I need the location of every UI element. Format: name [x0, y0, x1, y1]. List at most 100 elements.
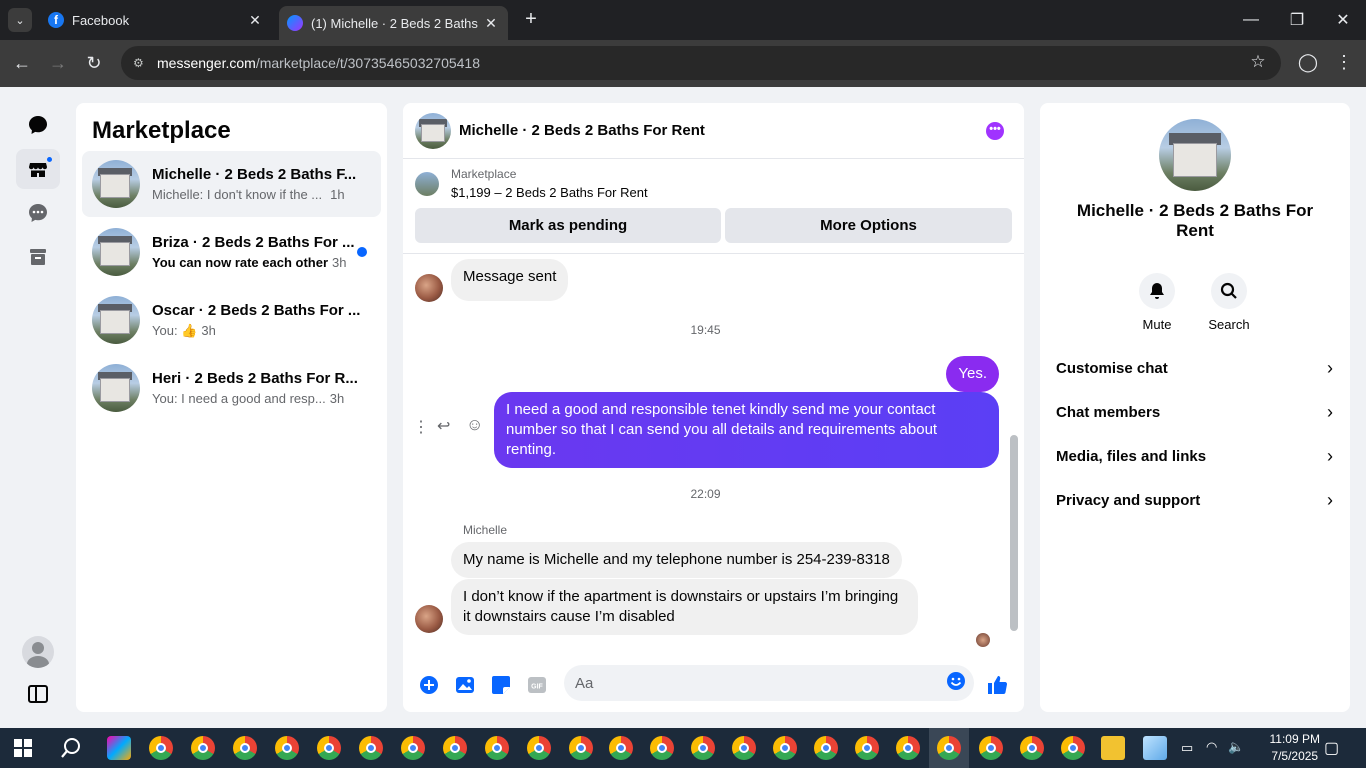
conversation-time: 3h [332, 255, 347, 270]
media-files-links-item[interactable]: Media, files and links › [1040, 434, 1350, 478]
chrome-icon[interactable] [401, 736, 425, 760]
chrome-icon[interactable] [1020, 736, 1044, 760]
chrome-icon[interactable] [359, 736, 383, 760]
new-tab-button[interactable]: + [520, 8, 542, 32]
battery-icon[interactable]: ▭ [1181, 740, 1193, 756]
back-button[interactable]: ← [10, 52, 34, 76]
more-options-icon[interactable]: ••• [986, 122, 1004, 140]
archive-icon[interactable] [16, 237, 60, 277]
chrome-icon[interactable] [814, 736, 838, 760]
minimize-button[interactable]: — [1228, 0, 1274, 40]
mark-pending-button[interactable]: Mark as pending [415, 208, 721, 243]
chat-members-item[interactable]: Chat members › [1040, 390, 1350, 434]
notepad-icon[interactable] [1143, 736, 1167, 760]
user-avatar[interactable] [16, 632, 60, 672]
chrome-icon[interactable] [855, 736, 879, 760]
listing-price[interactable]: $1,199 – 2 Beds 2 Baths For Rent [451, 185, 648, 200]
url-text: messenger.com/marketplace/t/307354650327… [157, 55, 481, 71]
file-explorer-icon[interactable] [1101, 736, 1125, 760]
listing-avatar [92, 228, 140, 276]
notification-icon[interactable]: ▢ [1324, 738, 1339, 758]
close-icon[interactable]: ✕ [482, 15, 500, 32]
chrome-icon[interactable] [527, 736, 551, 760]
copilot-icon[interactable] [107, 736, 131, 760]
chrome-icon[interactable] [691, 736, 715, 760]
chrome-icon[interactable] [317, 736, 341, 760]
conversation-item[interactable]: Oscar · 2 Beds 2 Baths For ... You: 👍 3h [82, 287, 381, 353]
search-button[interactable]: Search [1199, 273, 1259, 332]
sticker-icon[interactable] [483, 667, 519, 703]
privacy-support-item[interactable]: Privacy and support › [1040, 478, 1350, 522]
gif-icon[interactable]: GIF [519, 667, 555, 703]
emoji-icon[interactable] [946, 671, 966, 696]
chrome-icon[interactable] [569, 736, 593, 760]
scrollbar-thumb[interactable] [1010, 435, 1018, 631]
volume-icon[interactable]: 🔈 [1228, 739, 1244, 755]
chat-title[interactable]: Michelle · 2 Beds 2 Baths For Rent [459, 122, 705, 139]
listing-source: Marketplace [451, 167, 517, 181]
chat-avatar[interactable] [415, 112, 451, 149]
chrome-icon[interactable] [979, 736, 1003, 760]
chrome-icon[interactable] [443, 736, 467, 760]
wifi-icon[interactable]: ◠ [1206, 739, 1217, 755]
chats-icon[interactable] [16, 105, 60, 145]
chevron-right-icon: › [1327, 357, 1333, 378]
chrome-icon-active[interactable] [937, 736, 961, 760]
clock[interactable]: 11:09 PM 7/5/2025 [1270, 731, 1320, 765]
url-field[interactable]: ⚙ messenger.com/marketplace/t/3073546503… [121, 46, 1281, 80]
listing-thumbnail[interactable] [415, 172, 439, 196]
reload-button[interactable]: ↻ [82, 52, 106, 76]
restore-button[interactable]: ❐ [1274, 0, 1320, 40]
listing-avatar [92, 364, 140, 412]
bookmark-star-icon[interactable]: ☆ [1246, 51, 1270, 75]
chrome-icon[interactable] [773, 736, 797, 760]
more-options-button[interactable]: More Options [725, 208, 1012, 243]
message-more-icon[interactable]: ⋮ [413, 417, 429, 437]
profile-icon[interactable]: ◯ [1296, 51, 1320, 75]
conversation-item[interactable]: Briza · 2 Beds 2 Baths For ... You can n… [82, 219, 381, 285]
timestamp: 19:45 [690, 323, 721, 337]
browser-menu-icon[interactable]: ⋮ [1332, 51, 1356, 75]
chrome-icon[interactable] [275, 736, 299, 760]
image-icon[interactable] [447, 667, 483, 703]
page-title: Marketplace [92, 117, 231, 144]
chrome-icon[interactable] [732, 736, 756, 760]
tab-facebook[interactable]: f Facebook ✕ [40, 0, 272, 40]
notification-dot [45, 155, 54, 164]
unread-dot [357, 247, 367, 257]
requests-icon[interactable] [16, 193, 60, 233]
like-icon[interactable] [979, 667, 1015, 703]
svg-text:GIF: GIF [531, 684, 543, 691]
chrome-icon[interactable] [609, 736, 633, 760]
windows-start-icon[interactable] [14, 739, 32, 762]
message-input[interactable]: Aa [564, 665, 974, 701]
marketplace-icon[interactable] [16, 149, 60, 189]
scrollbar[interactable] [1010, 255, 1018, 655]
chevron-right-icon: › [1327, 489, 1333, 510]
conversation-name: Oscar · 2 Beds 2 Baths For ... [152, 301, 361, 319]
chrome-icon[interactable] [485, 736, 509, 760]
forward-button[interactable]: → [46, 52, 70, 76]
close-window-button[interactable]: ✕ [1320, 0, 1366, 40]
chrome-icon[interactable] [650, 736, 674, 760]
toggle-sidebar-icon[interactable] [16, 674, 60, 714]
chrome-icon[interactable] [191, 736, 215, 760]
tab-search-button[interactable]: ⌄ [8, 8, 32, 32]
conversation-item[interactable]: Heri · 2 Beds 2 Baths For R... You: I ne… [82, 355, 381, 421]
plus-icon[interactable] [411, 667, 447, 703]
reply-icon[interactable]: ↩ [437, 416, 450, 436]
customise-chat-item[interactable]: Customise chat › [1040, 346, 1350, 390]
chat-header: Michelle · 2 Beds 2 Baths For Rent ••• [403, 103, 1024, 159]
conversation-snippet: You: I need a good and resp... [152, 391, 326, 406]
chrome-icon[interactable] [233, 736, 257, 760]
search-icon[interactable] [60, 737, 82, 764]
tab-messenger[interactable]: (1) Michelle · 2 Beds 2 Baths For ✕ [279, 6, 508, 40]
site-info-icon[interactable]: ⚙ [133, 55, 149, 71]
conversation-item[interactable]: Michelle · 2 Beds 2 Baths F... Michelle:… [82, 151, 381, 217]
react-icon[interactable]: ☺ [466, 415, 483, 435]
mute-button[interactable]: Mute [1127, 273, 1187, 332]
chrome-icon[interactable] [896, 736, 920, 760]
chrome-icon[interactable] [1061, 736, 1085, 760]
chrome-icon[interactable] [149, 736, 173, 760]
close-icon[interactable]: ✕ [246, 12, 264, 29]
